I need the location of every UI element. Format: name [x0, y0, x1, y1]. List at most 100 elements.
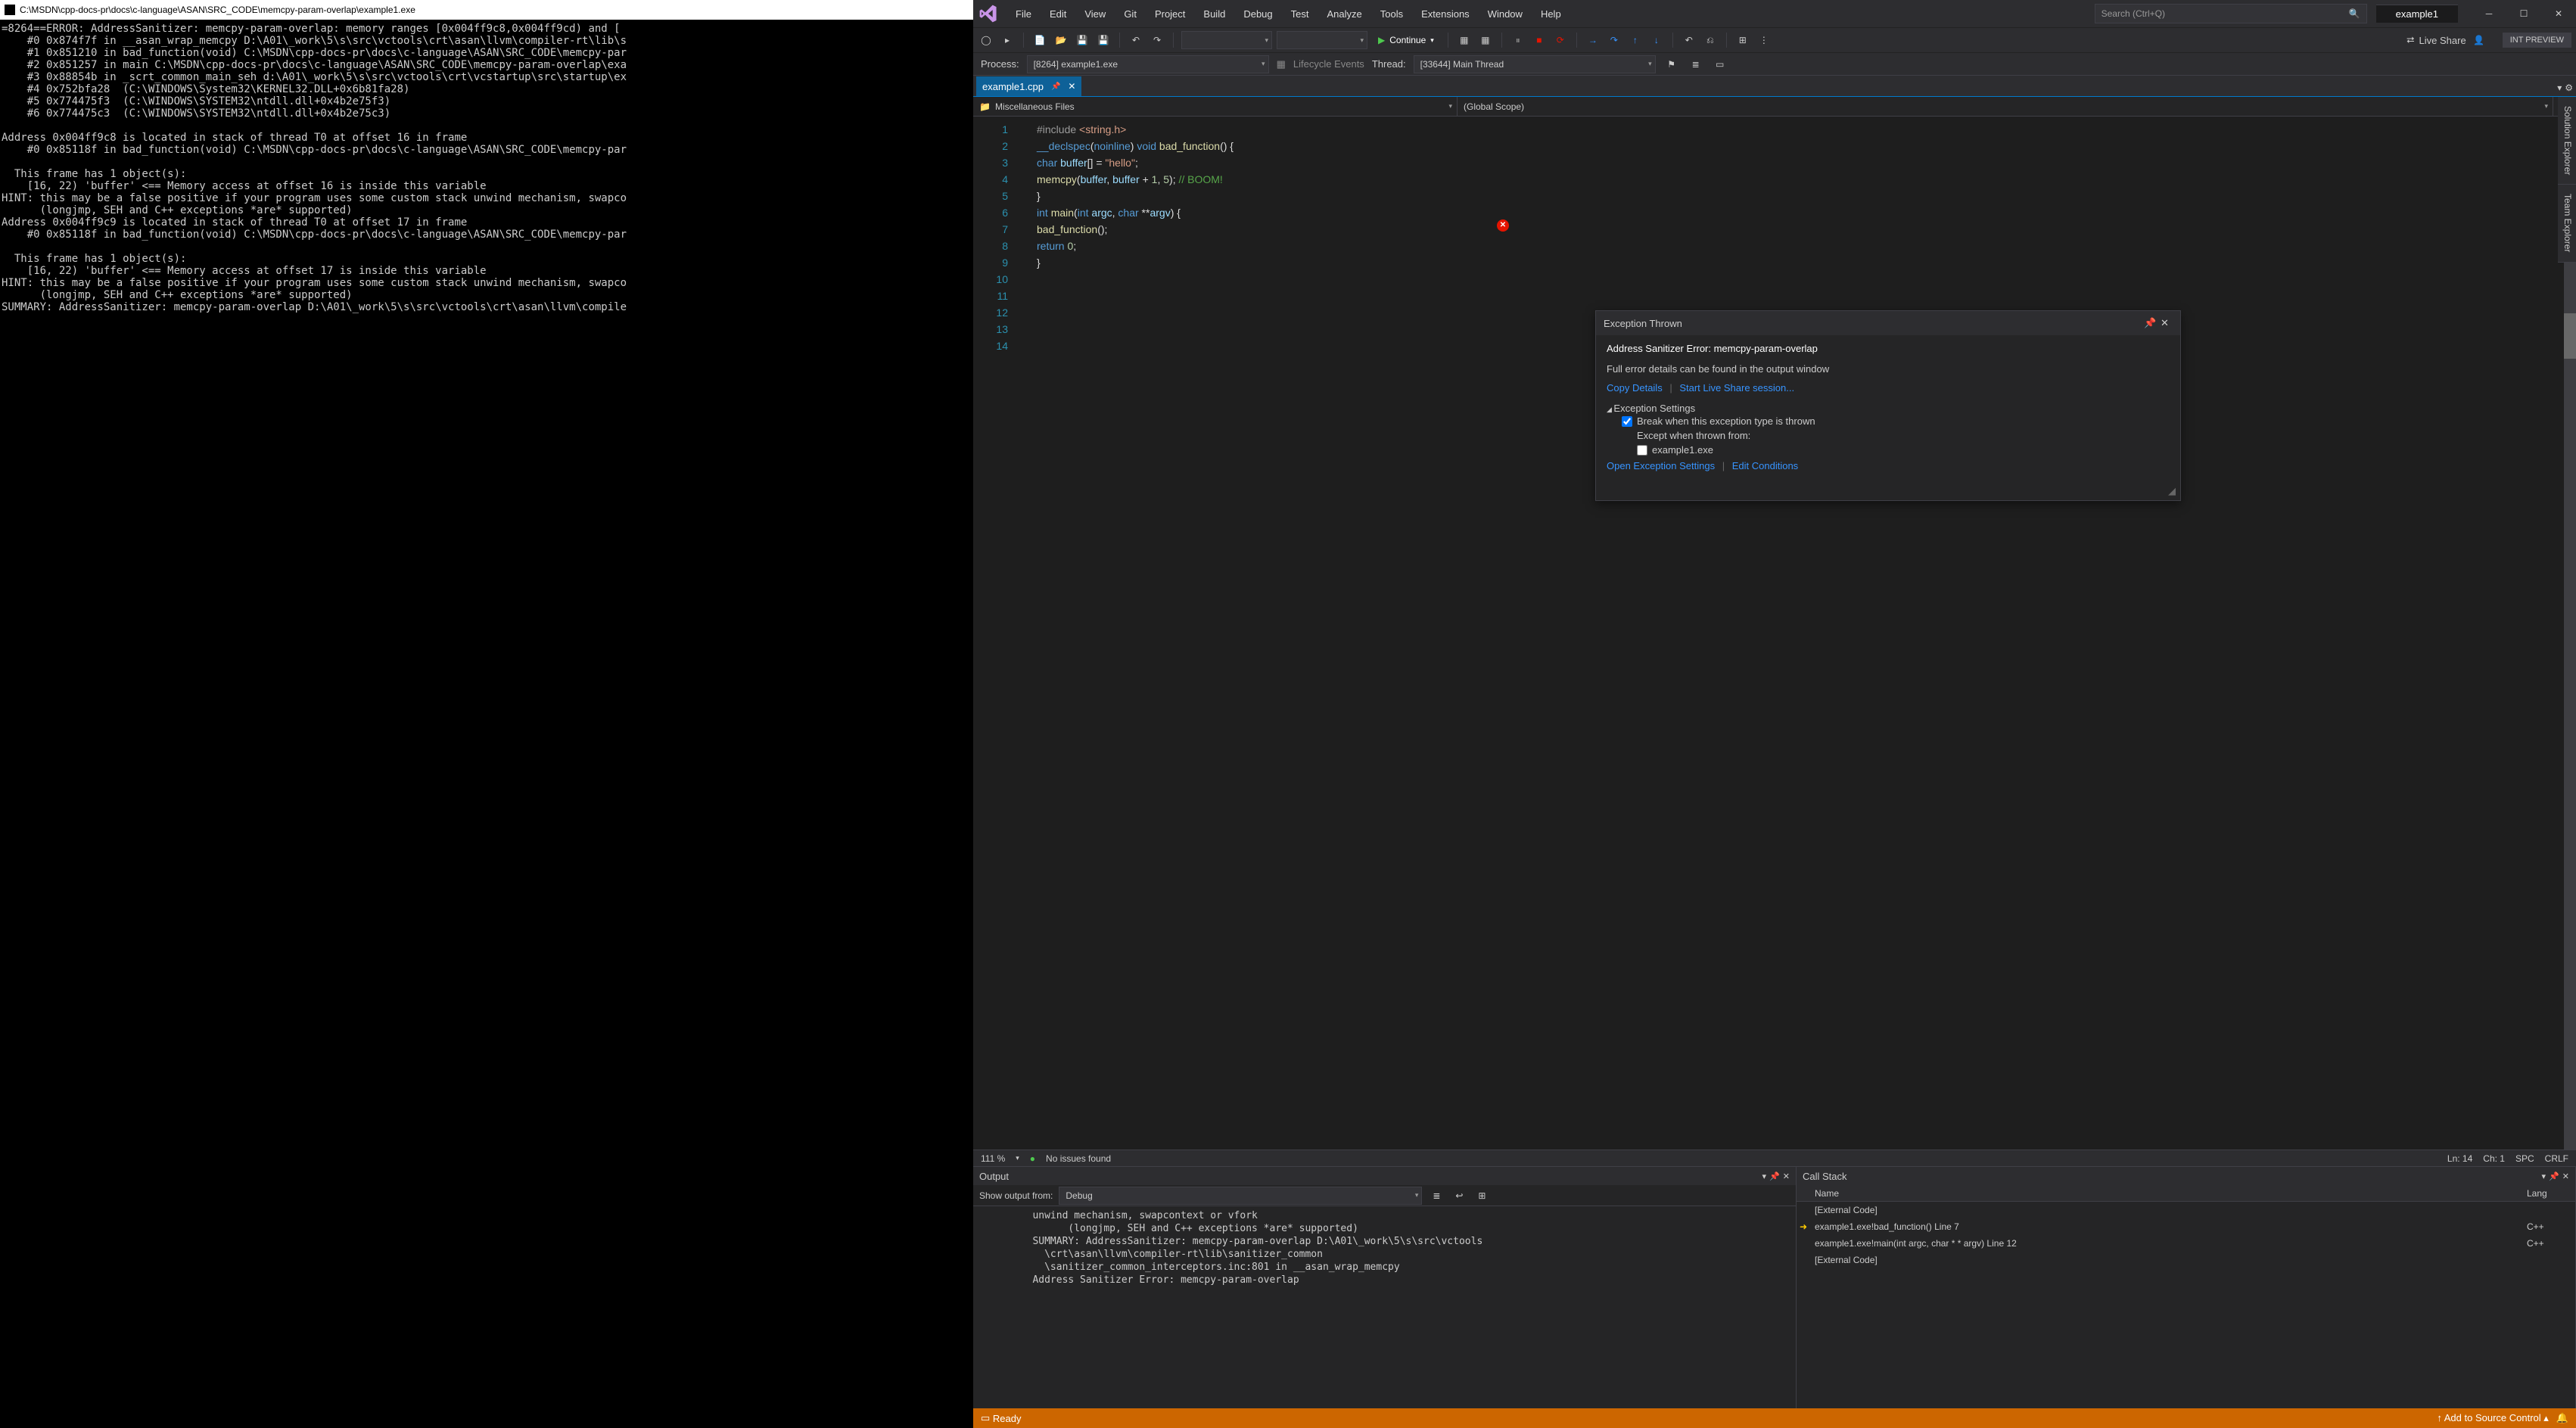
tb-icon-a[interactable]: ↶ — [1681, 32, 1697, 48]
editor[interactable]: 1234567891011121314 #include <string.h> … — [973, 117, 2576, 1150]
panel-close-icon[interactable]: ✕ — [1783, 1171, 1790, 1181]
exception-close-icon[interactable]: ✕ — [2161, 317, 2173, 329]
maximize-button[interactable]: ☐ — [2506, 2, 2541, 25]
config-dropdown[interactable] — [1181, 31, 1272, 49]
add-source-control[interactable]: ↑ Add to Source Control ▴ — [2437, 1412, 2548, 1424]
menu-edit[interactable]: Edit — [1042, 4, 1074, 24]
except-item-checkbox[interactable] — [1637, 445, 1647, 456]
menu-build[interactable]: Build — [1196, 4, 1233, 24]
cs-close-icon[interactable]: ✕ — [2562, 1171, 2569, 1181]
nav-back-icon[interactable]: ◯ — [978, 32, 994, 48]
pin-icon[interactable]: 📌 — [1051, 82, 1060, 91]
tb-icon-c[interactable]: ⊞ — [1734, 32, 1751, 48]
output-clear-icon[interactable]: ≣ — [1428, 1187, 1445, 1204]
step-icon[interactable]: ↓ — [1648, 32, 1665, 48]
tb-icon-2[interactable]: ▦ — [1477, 32, 1494, 48]
lifecycle-label[interactable]: Lifecycle Events — [1293, 58, 1364, 70]
cs-col-name[interactable]: Name — [1797, 1188, 2527, 1199]
stack-icon[interactable]: ≣ — [1688, 56, 1704, 73]
menu-analyze[interactable]: Analyze — [1319, 4, 1369, 24]
copy-details-link[interactable]: Copy Details — [1607, 382, 1663, 394]
step-into-icon[interactable]: → — [1585, 32, 1601, 48]
code-area[interactable]: #include <string.h> __declspec(noinline)… — [1022, 117, 2576, 1150]
nav-scope-dropdown[interactable]: (Global Scope) — [1458, 97, 2553, 116]
menu-git[interactable]: Git — [1116, 4, 1144, 24]
output-find-icon[interactable]: ⊞ — [1473, 1187, 1490, 1204]
tab-gear-icon[interactable]: ⚙ — [2565, 82, 2573, 93]
platform-dropdown[interactable] — [1277, 31, 1367, 49]
editor-scrollbar[interactable] — [2564, 117, 2576, 1150]
cs-pin-icon[interactable]: 📌 — [2549, 1171, 2559, 1181]
doc-tab-active[interactable]: example1.cpp 📌 ✕ — [976, 76, 1081, 96]
solution-tab[interactable]: example1 — [2376, 5, 2458, 23]
new-icon[interactable]: 📄 — [1031, 32, 1048, 48]
spaces-indicator[interactable]: SPC — [2515, 1153, 2534, 1164]
output-source-dropdown[interactable]: Debug — [1059, 1187, 1422, 1205]
solution-explorer-tab[interactable]: Solution Explorer — [2558, 97, 2576, 185]
cs-dropdown-icon[interactable]: ▾ — [2542, 1171, 2546, 1181]
save-icon[interactable]: 💾 — [1074, 32, 1090, 48]
frame-icon[interactable]: ▭ — [1712, 56, 1728, 73]
eol-indicator[interactable]: CRLF — [2545, 1153, 2568, 1164]
search-box[interactable]: Search (Ctrl+Q) 🔍 — [2095, 4, 2367, 23]
close-button[interactable]: ✕ — [2541, 2, 2576, 25]
tb-icon-d[interactable]: ⋮ — [1756, 32, 1772, 48]
nav-project-dropdown[interactable]: 📁 Miscellaneous Files — [973, 97, 1458, 116]
feedback-icon[interactable]: 👤 — [2471, 32, 2487, 48]
panel-dropdown-icon[interactable]: ▾ — [1762, 1171, 1767, 1181]
menu-project[interactable]: Project — [1147, 4, 1193, 24]
menu-debug[interactable]: Debug — [1236, 4, 1280, 24]
menu-tools[interactable]: Tools — [1373, 4, 1411, 24]
menu-test[interactable]: Test — [1283, 4, 1317, 24]
close-tab-icon[interactable]: ✕ — [1068, 81, 1075, 92]
cs-col-lang[interactable]: Lang — [2527, 1188, 2575, 1199]
vs-titlebar[interactable]: FileEditViewGitProjectBuildDebugTestAnal… — [973, 0, 2576, 27]
menu-view[interactable]: View — [1077, 4, 1113, 24]
redo-icon[interactable]: ↷ — [1149, 32, 1165, 48]
menu-window[interactable]: Window — [1480, 4, 1530, 24]
output-body[interactable]: unwind mechanism, swapcontext or vfork (… — [973, 1206, 1796, 1408]
step-over-icon[interactable]: ↷ — [1606, 32, 1622, 48]
process-dropdown[interactable]: [8264] example1.exe — [1027, 55, 1269, 73]
step-out-icon[interactable]: ↑ — [1627, 32, 1644, 48]
output-wrap-icon[interactable]: ↩ — [1451, 1187, 1467, 1204]
minimize-button[interactable]: ─ — [2472, 2, 2506, 25]
menu-help[interactable]: Help — [1533, 4, 1569, 24]
callstack-row[interactable]: ➜example1.exe!bad_function() Line 7C++ — [1797, 1218, 2575, 1235]
stop-icon[interactable]: ■ — [1531, 32, 1548, 48]
notifications-icon[interactable]: 🔔 — [2556, 1412, 2568, 1424]
callstack-row[interactable]: [External Code] — [1797, 1252, 2575, 1268]
break-checkbox[interactable] — [1622, 416, 1632, 427]
open-exception-settings-link[interactable]: Open Exception Settings — [1607, 460, 1715, 471]
tb-icon-1[interactable]: ▦ — [1456, 32, 1473, 48]
live-share-button[interactable]: ⮂ Live Share — [2406, 34, 2466, 46]
tab-dropdown-icon[interactable]: ▾ — [2557, 82, 2562, 93]
callstack-row[interactable]: example1.exe!main(int argc, char * * arg… — [1797, 1235, 2575, 1252]
panel-pin-icon[interactable]: 📌 — [1769, 1171, 1780, 1181]
pause-icon[interactable]: ⏸ — [1510, 32, 1526, 48]
undo-icon[interactable]: ↶ — [1128, 32, 1144, 48]
error-glyph-icon[interactable]: ✕ — [1497, 219, 1509, 232]
callstack-body[interactable]: [External Code]➜example1.exe!bad_functio… — [1797, 1202, 2575, 1408]
exception-pin-icon[interactable]: 📌 — [2144, 317, 2156, 329]
edit-conditions-link[interactable]: Edit Conditions — [1732, 460, 1798, 471]
save-all-icon[interactable]: 💾 — [1095, 32, 1112, 48]
resize-grip-icon[interactable]: ◢ — [1596, 485, 2180, 500]
console-body[interactable]: =8264==ERROR: AddressSanitizer: memcpy-p… — [0, 20, 973, 1428]
tb-icon-b[interactable]: ⎌ — [1702, 32, 1719, 48]
restart-icon[interactable]: ⟳ — [1552, 32, 1569, 48]
issues-status[interactable]: No issues found — [1046, 1153, 1111, 1164]
nav-fwd-icon[interactable]: ▸ — [999, 32, 1016, 48]
open-icon[interactable]: 📂 — [1053, 32, 1069, 48]
menu-extensions[interactable]: Extensions — [1414, 4, 1477, 24]
zoom-level[interactable]: 111 % — [981, 1153, 1005, 1164]
continue-button[interactable]: ▶ Continue ▾ — [1372, 35, 1440, 45]
thread-dropdown[interactable]: [33644] Main Thread — [1414, 55, 1656, 73]
menu-file[interactable]: File — [1008, 4, 1039, 24]
flag-icon[interactable]: ⚑ — [1663, 56, 1680, 73]
console-titlebar[interactable]: C:\MSDN\cpp-docs-pr\docs\c-language\ASAN… — [0, 0, 973, 20]
team-explorer-tab[interactable]: Team Explorer — [2558, 185, 2576, 262]
exception-settings-header[interactable]: Exception Settings — [1607, 403, 2170, 414]
start-liveshare-link[interactable]: Start Live Share session... — [1679, 382, 1794, 394]
callstack-row[interactable]: [External Code] — [1797, 1202, 2575, 1218]
